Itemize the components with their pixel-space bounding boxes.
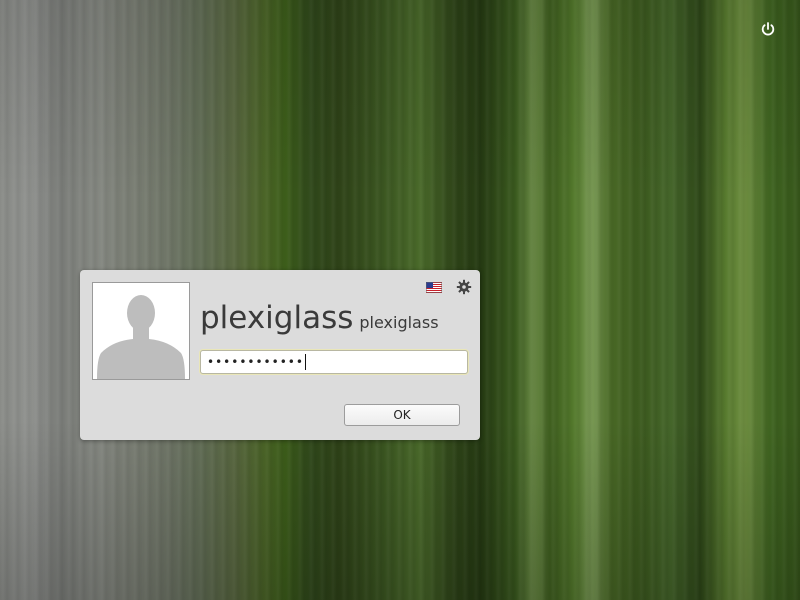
password-field[interactable]: •••••••••••• bbox=[200, 350, 468, 374]
dialog-top-icons bbox=[426, 279, 472, 295]
power-icon bbox=[761, 22, 775, 36]
real-name-label: plexiglass bbox=[200, 300, 354, 336]
text-caret bbox=[304, 354, 306, 370]
password-masked-value: •••••••••••• bbox=[207, 355, 304, 369]
login-dialog: plexiglass plexiglass •••••••••••• OK bbox=[80, 270, 480, 440]
user-silhouette-icon bbox=[93, 283, 189, 379]
gear-icon bbox=[456, 279, 472, 295]
avatar bbox=[92, 282, 190, 380]
ok-button[interactable]: OK bbox=[344, 404, 460, 426]
login-screen-background: plexiglass plexiglass •••••••••••• OK bbox=[0, 0, 800, 600]
power-button[interactable] bbox=[757, 18, 779, 40]
username-label: plexiglass bbox=[359, 313, 439, 332]
keyboard-layout-button[interactable] bbox=[426, 281, 442, 293]
us-flag-icon bbox=[426, 281, 442, 293]
user-name-row: plexiglass plexiglass bbox=[200, 300, 439, 336]
session-settings-button[interactable] bbox=[456, 279, 472, 295]
